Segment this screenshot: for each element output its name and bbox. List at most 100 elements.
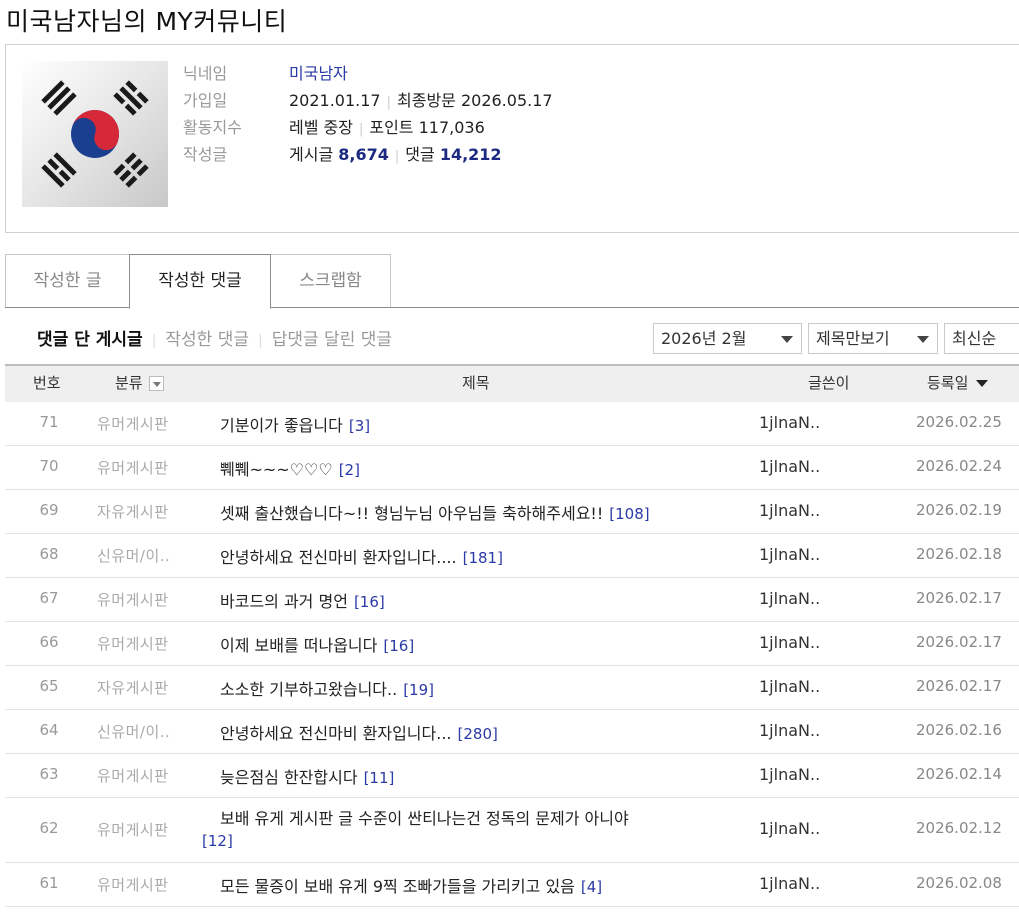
row-number: 61 (39, 874, 59, 892)
comment-post-list: 71 유머게시판 기분이가 좋읍니다 [3] 1jlnaN.. 2026.02.2… (5, 402, 1019, 907)
row-category[interactable]: 유머게시판 (97, 819, 169, 840)
filter-dropdown-icon[interactable] (148, 376, 164, 391)
row-date: 2026.02.19 (916, 501, 1002, 519)
page-title: 미국남자님의 MY커뮤니티 (6, 7, 288, 36)
row-title-link[interactable]: 모든 물증이 보배 유게 9찍 조빠가들을 가리키고 있음 [4] (220, 873, 602, 897)
table-row: 66 유머게시판 이제 보배를 떠나옵니다 [16] 1jlnaN.. 2026.… (5, 622, 1019, 666)
row-comment-count: [2] (338, 461, 360, 479)
row-title: 이제 보배를 떠나옵니다 (220, 636, 378, 655)
level-value: 레벨 중장 (289, 118, 353, 137)
row-writer[interactable]: 1jlnaN.. (759, 874, 820, 893)
header-category[interactable]: 분류 (115, 366, 164, 400)
view-mode-select[interactable]: 제목만보기 (808, 323, 938, 354)
row-writer[interactable]: 1jlnaN.. (759, 457, 820, 476)
row-writer[interactable]: 1jlnaN.. (759, 765, 820, 784)
row-title-link[interactable]: 안녕하세요 전신마비 환자입니다... [280] (220, 720, 498, 744)
tab-written-comments[interactable]: 작성한 댓글 (129, 254, 271, 309)
row-category[interactable]: 유머게시판 (97, 765, 169, 786)
row-category[interactable]: 자유게시판 (97, 501, 169, 522)
nickname-label: 닉네임 (183, 64, 228, 83)
row-title-link[interactable]: 쀄쀄~~~♡♡♡ [2] (220, 456, 360, 480)
row-title: 셋째 출산했습니다~!! 형님누님 아우님들 축하해주세요!! (220, 504, 604, 523)
points-value: 포인트 117,036 (369, 118, 485, 137)
row-writer[interactable]: 1jlnaN.. (759, 633, 820, 652)
table-row: 63 유머게시판 늦은점심 한잔합시다 [11] 1jlnaN.. 2026.02… (5, 754, 1019, 798)
row-date: 2026.02.18 (916, 545, 1002, 563)
row-category[interactable]: 유머게시판 (97, 874, 169, 895)
tab-written-posts[interactable]: 작성한 글 (5, 254, 130, 307)
row-title-link[interactable]: 안녕하세요 전신마비 환자입니다.... [181] (220, 544, 503, 568)
row-comment-count: [11] (363, 769, 395, 787)
header-category-label: 분류 (115, 374, 143, 392)
row-title: 모든 물증이 보배 유게 9찍 조빠가들을 가리키고 있음 (220, 877, 575, 896)
divider: | (151, 333, 157, 349)
row-title-link[interactable]: 소소한 기부하고왔습니다.. [19] (220, 676, 434, 700)
table-row: 61 유머게시판 모든 물증이 보배 유게 9찍 조빠가들을 가리키고 있음 [4… (5, 863, 1019, 907)
tab-scraps[interactable]: 스크랩함 (270, 254, 391, 307)
row-title: 안녕하세요 전신마비 환자입니다.... (220, 548, 457, 567)
row-comment-count: [181] (462, 549, 503, 567)
row-writer[interactable]: 1jlnaN.. (759, 721, 820, 740)
row-title: 바코드의 과거 명언 (220, 592, 348, 611)
activity-value: 레벨 중장 | 포인트 117,036 (289, 116, 485, 142)
row-writer[interactable]: 1jlnaN.. (759, 819, 820, 838)
row-comment-count: [3] (348, 417, 371, 435)
row-comment-count: [16] (383, 637, 415, 655)
table-row: 68 신유머/이.. 안녕하세요 전신마비 환자입니다.... [181] 1jl… (5, 534, 1019, 578)
subnav-commented-posts[interactable]: 댓글 단 게시글 (37, 330, 143, 350)
row-writer[interactable]: 1jlnaN.. (759, 545, 820, 564)
row-title-link[interactable]: 보배 유게 게시판 글 수준이 싼티나는건 정독의 문제가 아니야 [12] (202, 808, 740, 852)
row-title: 안녕하세요 전신마비 환자입니다... (220, 724, 452, 743)
row-comment-count: [12] (202, 832, 233, 850)
row-category[interactable]: 유머게시판 (97, 633, 169, 654)
table-row: 62 유머게시판 보배 유게 게시판 글 수준이 싼티나는건 정독의 문제가 아… (5, 798, 1019, 863)
nickname-value[interactable]: 미국남자 (289, 62, 348, 86)
row-category[interactable]: 유머게시판 (97, 413, 169, 434)
sort-value: 최신순 (952, 329, 997, 348)
row-category[interactable]: 신유머/이.. (97, 721, 170, 742)
row-title-link[interactable]: 이제 보배를 떠나옵니다 [16] (220, 632, 414, 656)
row-title-link[interactable]: 셋째 출산했습니다~!! 형님누님 아우님들 축하해주세요!! [108] (220, 500, 650, 524)
table-row: 65 자유게시판 소소한 기부하고왔습니다.. [19] 1jlnaN.. 202… (5, 666, 1019, 710)
row-title: 소소한 기부하고왔습니다.. (220, 680, 398, 699)
header-writer: 글쓴이 (808, 374, 850, 392)
row-writer[interactable]: 1jlnaN.. (759, 413, 820, 432)
row-category[interactable]: 유머게시판 (97, 457, 169, 478)
row-date: 2026.02.14 (916, 765, 1002, 783)
divider: | (386, 95, 391, 110)
row-category[interactable]: 신유머/이.. (97, 545, 170, 566)
posts-label: 작성글 (183, 145, 228, 164)
table-row: 69 자유게시판 셋째 출산했습니다~!! 형님누님 아우님들 축하해주세요!!… (5, 490, 1019, 534)
month-select-value: 2026년 2월 (661, 329, 747, 348)
row-date: 2026.02.25 (916, 413, 1002, 431)
join-value: 2021.01.17 | 최종방문 2026.05.17 (289, 89, 553, 115)
row-title-link[interactable]: 기분이가 좋읍니다 [3] (220, 412, 370, 436)
header-date-label: 등록일 (927, 374, 969, 392)
header-date[interactable]: 등록일 (927, 366, 989, 400)
row-title-link[interactable]: 바코드의 과거 명언 [16] (220, 588, 385, 612)
post-count: 8,674 (338, 145, 389, 164)
row-number: 66 (39, 633, 59, 651)
chevron-down-icon (917, 336, 929, 343)
divider: | (394, 149, 400, 164)
row-writer[interactable]: 1jlnaN.. (759, 589, 820, 608)
activity-label: 활동지수 (183, 118, 242, 137)
row-writer[interactable]: 1jlnaN.. (759, 501, 820, 520)
month-select[interactable]: 2026년 2월 (653, 323, 802, 354)
divider: | (358, 122, 364, 137)
row-number: 65 (39, 677, 59, 695)
korean-flag-icon (22, 61, 168, 207)
view-mode-value: 제목만보기 (816, 329, 890, 348)
row-writer[interactable]: 1jlnaN.. (759, 677, 820, 696)
row-number: 62 (39, 819, 59, 837)
subnav-replied-comments[interactable]: 답댓글 달린 댓글 (272, 330, 392, 350)
row-category[interactable]: 유머게시판 (97, 589, 169, 610)
row-number: 68 (39, 545, 59, 563)
row-number: 71 (39, 413, 59, 431)
sort-select[interactable]: 최신순 (944, 323, 1019, 354)
row-category[interactable]: 자유게시판 (97, 677, 169, 698)
subnav-my-comments[interactable]: 작성한 댓글 (165, 330, 249, 350)
comment-text: 댓글 (405, 145, 435, 164)
join-date: 2021.01.17 (289, 91, 381, 110)
row-title-link[interactable]: 늦은점심 한잔합시다 [11] (220, 764, 394, 788)
